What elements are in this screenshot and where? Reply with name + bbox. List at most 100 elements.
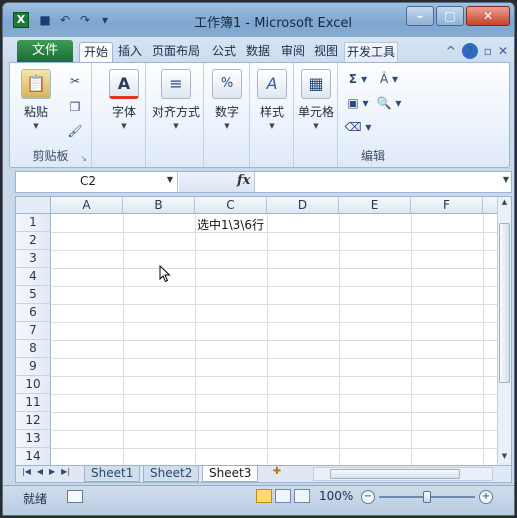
row-header[interactable]: 13 [16, 430, 51, 448]
scroll-up-icon[interactable]: ▲ [499, 198, 510, 210]
name-box[interactable]: C2 ▼ [16, 172, 178, 192]
horizontal-scrollbar[interactable] [313, 467, 493, 481]
number-button[interactable]: % 数字 ▼ [205, 69, 249, 130]
close-workbook-icon[interactable]: ✕ [498, 44, 508, 58]
find-select-icon[interactable]: 🔍 ▾ [374, 95, 404, 111]
redo-icon[interactable]: ↷ [77, 12, 93, 28]
zoom-out-icon[interactable]: − [361, 490, 375, 504]
worksheet-grid[interactable]: A B C D E F 1 2 3 4 5 6 7 8 9 10 11 12 1… [15, 196, 512, 466]
customize-qat-icon[interactable]: ▾ [97, 12, 113, 28]
zoom-level[interactable]: 100% [319, 489, 353, 503]
grid-line [51, 376, 499, 377]
row-header[interactable]: 11 [16, 394, 51, 412]
grid-line [51, 232, 499, 233]
macro-record-icon[interactable] [67, 490, 83, 503]
zoom-in-icon[interactable]: + [479, 490, 493, 504]
cells-icon: ▦ [301, 69, 331, 99]
vertical-scroll-thumb[interactable] [499, 223, 510, 383]
formula-controls: fx [179, 172, 255, 192]
page-layout-view-icon[interactable] [275, 489, 291, 503]
insert-function-icon[interactable]: fx [237, 173, 250, 188]
copy-icon[interactable]: ❐ [66, 99, 84, 115]
chevron-down-icon: ▼ [173, 122, 179, 130]
excel-window: X ■ ↶ ↷ ▾ 工作簿1 - Microsoft Excel – □ ✕ 文… [2, 2, 515, 516]
dialog-launcher-icon[interactable]: ↘ [80, 154, 87, 163]
column-header-d[interactable]: D [267, 197, 339, 214]
close-button[interactable]: ✕ [466, 6, 510, 26]
cells-button[interactable]: ▦ 单元格 ▼ [294, 69, 338, 130]
row-header[interactable]: 9 [16, 358, 51, 376]
minimize-button[interactable]: – [406, 6, 434, 26]
ribbon-tabs: 文件 开始 插入 页面布局 公式 数据 审阅 视图 开发工具 ^ ? ▫ ✕ [3, 37, 514, 63]
autosum-icon[interactable]: Σ ▾ [344, 71, 372, 87]
styles-button[interactable]: A 样式 ▼ [250, 69, 294, 130]
normal-view-icon[interactable] [256, 489, 272, 503]
help-icon[interactable]: ? [461, 43, 478, 59]
prev-sheet-icon[interactable]: ◀ [37, 467, 43, 476]
tab-view[interactable]: 视图 [312, 42, 340, 63]
name-box-value: C2 [80, 174, 97, 188]
grid-line [51, 304, 499, 305]
tab-data[interactable]: 数据 [244, 42, 272, 63]
tab-page-layout[interactable]: 页面布局 [150, 42, 202, 63]
fill-icon[interactable]: ▣ ▾ [344, 95, 372, 111]
column-header-f[interactable]: F [411, 197, 483, 214]
grid-line [51, 250, 499, 251]
column-header-e[interactable]: E [339, 197, 411, 214]
editing-group-label: 编辑 [360, 149, 385, 163]
cell-c1[interactable]: 选中1\3\6行 [197, 216, 264, 233]
grid-line [51, 268, 499, 269]
row-header[interactable]: 3 [16, 250, 51, 268]
column-header-a[interactable]: A [51, 197, 123, 214]
sort-filter-icon[interactable]: Ȧ ▾ [374, 71, 404, 87]
window-title: 工作簿1 - Microsoft Excel [194, 16, 352, 31]
row-header[interactable]: 14 [16, 448, 51, 465]
row-header[interactable]: 8 [16, 340, 51, 358]
row-header[interactable]: 6 [16, 304, 51, 322]
undo-icon[interactable]: ↶ [57, 12, 73, 28]
group-number: % 数字 ▼ [204, 63, 250, 167]
clear-icon[interactable]: ⌫ ▾ [344, 119, 372, 135]
formula-input[interactable] [258, 174, 488, 190]
chevron-down-icon[interactable]: ▼ [167, 175, 173, 184]
row-header[interactable]: 12 [16, 412, 51, 430]
sheet-tab-sheet3[interactable]: Sheet3 [202, 466, 259, 482]
row-header[interactable]: 2 [16, 232, 51, 250]
last-sheet-icon[interactable]: ▶| [61, 467, 70, 476]
row-header[interactable]: 7 [16, 322, 51, 340]
insert-sheet-icon[interactable]: ✚ [266, 466, 288, 482]
expand-formula-bar-icon[interactable]: ▼ [503, 175, 509, 184]
tab-file[interactable]: 文件 [17, 40, 73, 62]
row-header[interactable]: 1 [16, 214, 51, 232]
paste-button[interactable]: 📋 粘贴 ▼ [14, 69, 58, 130]
column-header-c[interactable]: C [195, 197, 267, 214]
sheet-tab-sheet1[interactable]: Sheet1 [84, 466, 141, 482]
cut-icon[interactable]: ✂ [66, 73, 84, 89]
row-header[interactable]: 10 [16, 376, 51, 394]
tab-home[interactable]: 开始 [79, 42, 114, 63]
first-sheet-icon[interactable]: |◀ [22, 467, 31, 476]
alignment-button[interactable]: ≡ 对齐方式 ▼ [148, 69, 204, 130]
format-painter-icon[interactable]: 🖌 [66, 123, 84, 139]
row-header[interactable]: 4 [16, 268, 51, 286]
excel-app-icon[interactable]: X [13, 12, 29, 28]
tab-review[interactable]: 审阅 [279, 42, 307, 63]
vertical-scrollbar[interactable]: ▲ ▼ [497, 197, 511, 465]
page-break-view-icon[interactable] [294, 489, 310, 503]
maximize-button[interactable]: □ [436, 6, 464, 26]
restore-window-icon[interactable]: ▫ [484, 44, 492, 58]
select-all-corner[interactable] [16, 197, 51, 214]
tab-developer[interactable]: 开发工具 [344, 42, 399, 63]
scroll-down-icon[interactable]: ▼ [499, 452, 510, 464]
column-header-b[interactable]: B [123, 197, 195, 214]
next-sheet-icon[interactable]: ▶ [49, 467, 55, 476]
sheet-tab-sheet2[interactable]: Sheet2 [143, 466, 200, 482]
row-header[interactable]: 5 [16, 286, 51, 304]
tab-formulas[interactable]: 公式 [210, 42, 238, 63]
collapse-ribbon-icon[interactable]: ^ [446, 44, 456, 58]
tab-insert[interactable]: 插入 [116, 42, 144, 63]
font-button[interactable]: A 字体 ▼ [102, 69, 146, 130]
horizontal-scroll-thumb[interactable] [330, 469, 460, 479]
zoom-slider-thumb[interactable] [423, 491, 431, 503]
save-icon[interactable]: ■ [37, 12, 53, 28]
